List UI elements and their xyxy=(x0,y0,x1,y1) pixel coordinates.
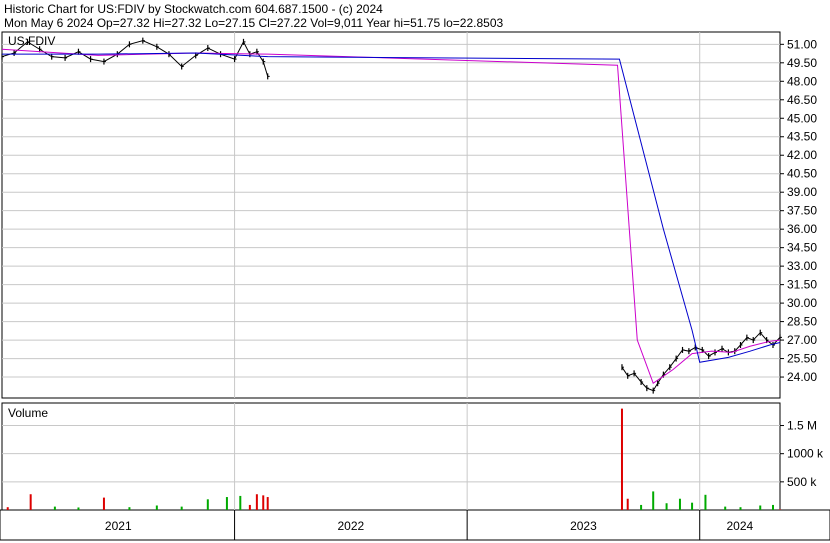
price-tick-label: 24.00 xyxy=(787,370,817,384)
price-tick-label: 31.50 xyxy=(787,278,817,292)
price-tick-label: 51.00 xyxy=(787,37,817,51)
price-tick-label: 28.50 xyxy=(787,315,817,329)
price-tick-label: 30.00 xyxy=(787,296,817,310)
price-tick-label: 40.50 xyxy=(787,167,817,181)
price-tick-label: 33.00 xyxy=(787,259,817,273)
price-tick-label: 43.50 xyxy=(787,130,817,144)
price-tick-label: 39.00 xyxy=(787,185,817,199)
price-tick-label: 45.00 xyxy=(787,111,817,125)
time-axis: 2021 2022 2023 2024 xyxy=(105,510,754,540)
year-label: 2023 xyxy=(570,519,597,533)
price-tick-label: 48.00 xyxy=(787,74,817,88)
volume-tick-label: 1.5 M xyxy=(787,419,817,433)
price-tick-label: 25.50 xyxy=(787,352,817,366)
price-tick-label: 36.00 xyxy=(787,222,817,236)
price-grid xyxy=(2,32,780,398)
volume-panel-title: Volume xyxy=(8,406,48,420)
year-label: 2021 xyxy=(105,519,132,533)
price-tick-label: 46.50 xyxy=(787,93,817,107)
year-label: 2024 xyxy=(727,519,754,533)
stock-chart: 51.00 49.50 48.00 46.50 45.00 43.50 42.00 40.50… xyxy=(0,31,830,541)
price-tick-label: 27.00 xyxy=(787,333,817,347)
chart-frames xyxy=(0,31,830,541)
price-tick-label: 34.50 xyxy=(787,241,817,255)
volume-axis: 1.5 M 1000 k 500 k xyxy=(780,419,824,489)
volume-panel-frame xyxy=(1,402,781,511)
volume-grid xyxy=(2,403,780,510)
volume-tick-label: 1000 k xyxy=(787,447,824,461)
volume-bars xyxy=(6,408,781,510)
volume-tick-label: 500 k xyxy=(787,475,817,489)
price-tick-label: 49.50 xyxy=(787,56,817,70)
price-tick-label: 37.50 xyxy=(787,204,817,218)
year-label: 2022 xyxy=(338,519,365,533)
price-axis: 51.00 49.50 48.00 46.50 45.00 43.50 42.00 40.50… xyxy=(780,37,817,384)
price-panel-frame xyxy=(1,31,781,399)
price-tick-label: 42.00 xyxy=(787,148,817,162)
symbol-legend: US:FDIV xyxy=(8,34,55,48)
